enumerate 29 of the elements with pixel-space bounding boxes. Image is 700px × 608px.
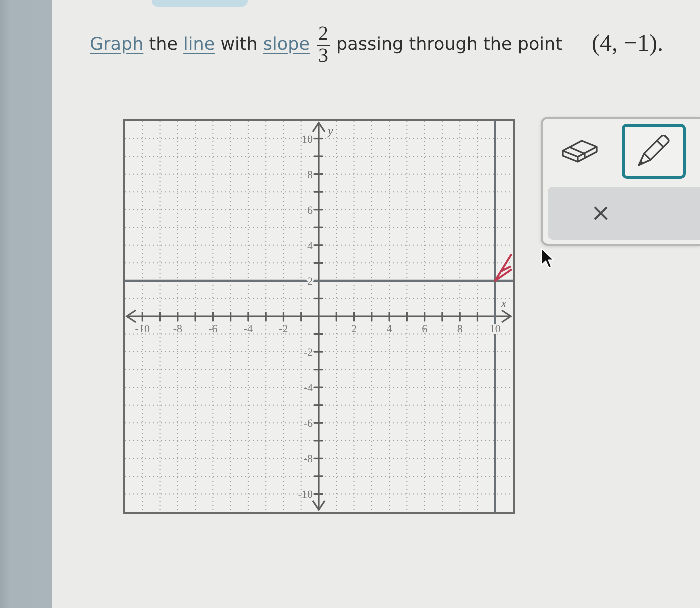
- tick-label: -6: [304, 418, 313, 430]
- tick-label: -2: [279, 323, 288, 336]
- tick-label: 10: [302, 133, 313, 146]
- term-link[interactable]: line: [184, 35, 216, 55]
- eraser-icon: [562, 138, 598, 164]
- tick-label: -8: [304, 453, 313, 466]
- term-link[interactable]: slope: [263, 35, 310, 55]
- pencil-button[interactable]: [622, 124, 686, 179]
- tick-label: -4: [304, 382, 313, 394]
- term-link[interactable]: Graph: [90, 35, 144, 55]
- axis-label: x: [501, 296, 507, 310]
- tick-label: -10: [135, 323, 150, 336]
- tick-label: -4: [244, 323, 254, 336]
- axis-label: y: [328, 124, 334, 138]
- cursor-icon: [541, 248, 555, 269]
- tick-label: 8: [457, 323, 463, 336]
- pencil-icon: [638, 135, 670, 168]
- tick-label: 6: [422, 323, 428, 336]
- tick-label: 4: [386, 323, 392, 336]
- tick-label: 6: [308, 204, 313, 217]
- arrowhead-marker: [494, 254, 512, 282]
- tick-label: 4: [308, 240, 313, 252]
- tick-label: 8: [308, 169, 313, 182]
- tick-label: -10: [298, 488, 313, 501]
- tick-label: -8: [173, 323, 182, 336]
- tick-label: 2: [352, 323, 358, 336]
- clear-button[interactable]: ×: [548, 186, 700, 240]
- tick-label: -2: [304, 346, 313, 359]
- tick-label: -6: [208, 323, 218, 336]
